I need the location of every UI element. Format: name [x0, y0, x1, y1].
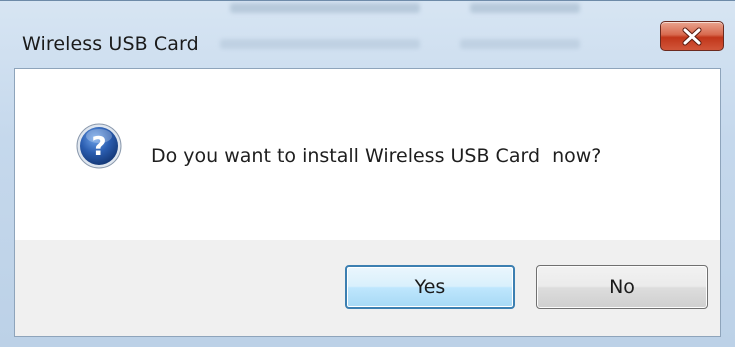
dialog-message: Do you want to install Wireless USB Card…: [151, 145, 602, 167]
message-area: ? Do you want to install Wireless USB Ca…: [15, 69, 720, 240]
close-icon: [682, 27, 702, 46]
no-button[interactable]: No: [536, 265, 708, 309]
screen: Wireless USB Card ? Do you want to insta…: [0, 0, 735, 347]
dialog-window: Wireless USB Card ? Do you want to insta…: [0, 0, 735, 347]
dialog-client-area: ? Do you want to install Wireless USB Ca…: [14, 68, 721, 337]
yes-button-label: Yes: [414, 276, 446, 298]
window-title: Wireless USB Card: [22, 33, 199, 55]
yes-button[interactable]: Yes: [345, 265, 515, 309]
no-button-label: No: [609, 276, 635, 298]
close-button[interactable]: [660, 21, 724, 51]
svg-text:?: ?: [91, 132, 106, 162]
question-icon: ?: [76, 123, 122, 169]
